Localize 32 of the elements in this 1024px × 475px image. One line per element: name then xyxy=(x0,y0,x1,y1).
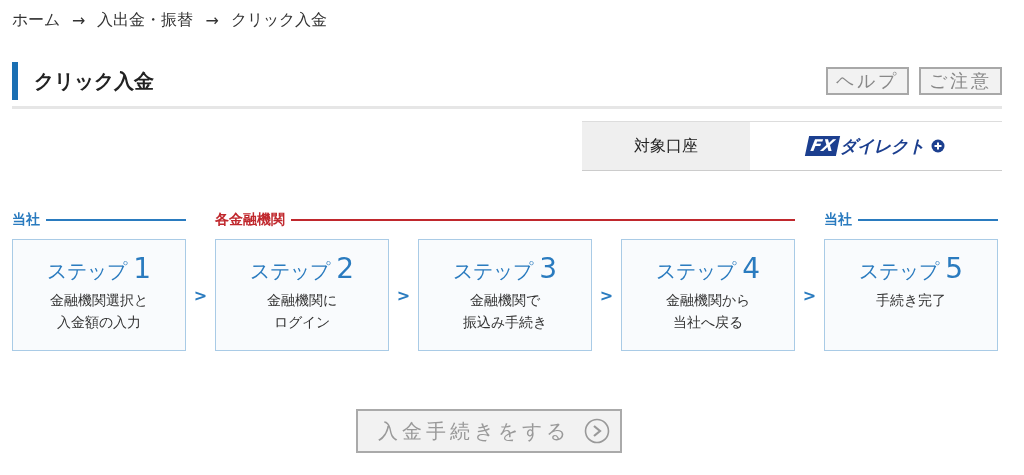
step-title: ステップ 3 xyxy=(452,252,558,285)
step-title: ステップ 4 xyxy=(655,252,761,285)
breadcrumb-item[interactable]: ホーム xyxy=(12,9,60,31)
step-arrow: > xyxy=(192,284,209,307)
step-title: ステップ 5 xyxy=(858,252,964,285)
plus-circle-icon xyxy=(931,139,946,153)
step-description-line: 金融機関で xyxy=(470,291,540,310)
step-description-line: ログイン xyxy=(274,313,330,332)
breadcrumb-separator: → xyxy=(72,10,86,30)
step-description-line: 入金額の入力 xyxy=(57,313,141,332)
step-description-line: 金融機関選択と xyxy=(50,291,148,310)
step-description-line: 振込み手続き xyxy=(463,313,547,332)
breadcrumb-item[interactable]: 入出金・振替 xyxy=(97,9,194,31)
step-description-line: 金融機関に xyxy=(267,291,337,310)
phase-label: 当社 xyxy=(12,211,40,229)
account-label: 対象口座 xyxy=(582,122,750,170)
step-arrow: > xyxy=(801,284,818,307)
chevron-circle-icon xyxy=(584,418,610,444)
step-description-line: 当社へ戻る xyxy=(673,313,743,332)
step-arrow: > xyxy=(395,284,412,307)
step-description-line: 金融機関から xyxy=(666,291,750,310)
page-title: クリック入金 xyxy=(12,62,154,100)
logo-text: ダイレクト xyxy=(840,134,926,158)
step-arrow: > xyxy=(598,284,615,307)
step-title: ステップ 2 xyxy=(249,252,355,285)
breadcrumb-item[interactable]: クリック入金 xyxy=(230,9,327,31)
step-description-line: 手続き完了 xyxy=(876,291,946,310)
breadcrumb-separator: → xyxy=(205,10,219,30)
logo-mark: FX xyxy=(804,136,841,156)
phase-label: 各金融機関 xyxy=(215,211,285,229)
phase-label: 当社 xyxy=(824,211,852,229)
step-title: ステップ 1 xyxy=(46,252,152,285)
